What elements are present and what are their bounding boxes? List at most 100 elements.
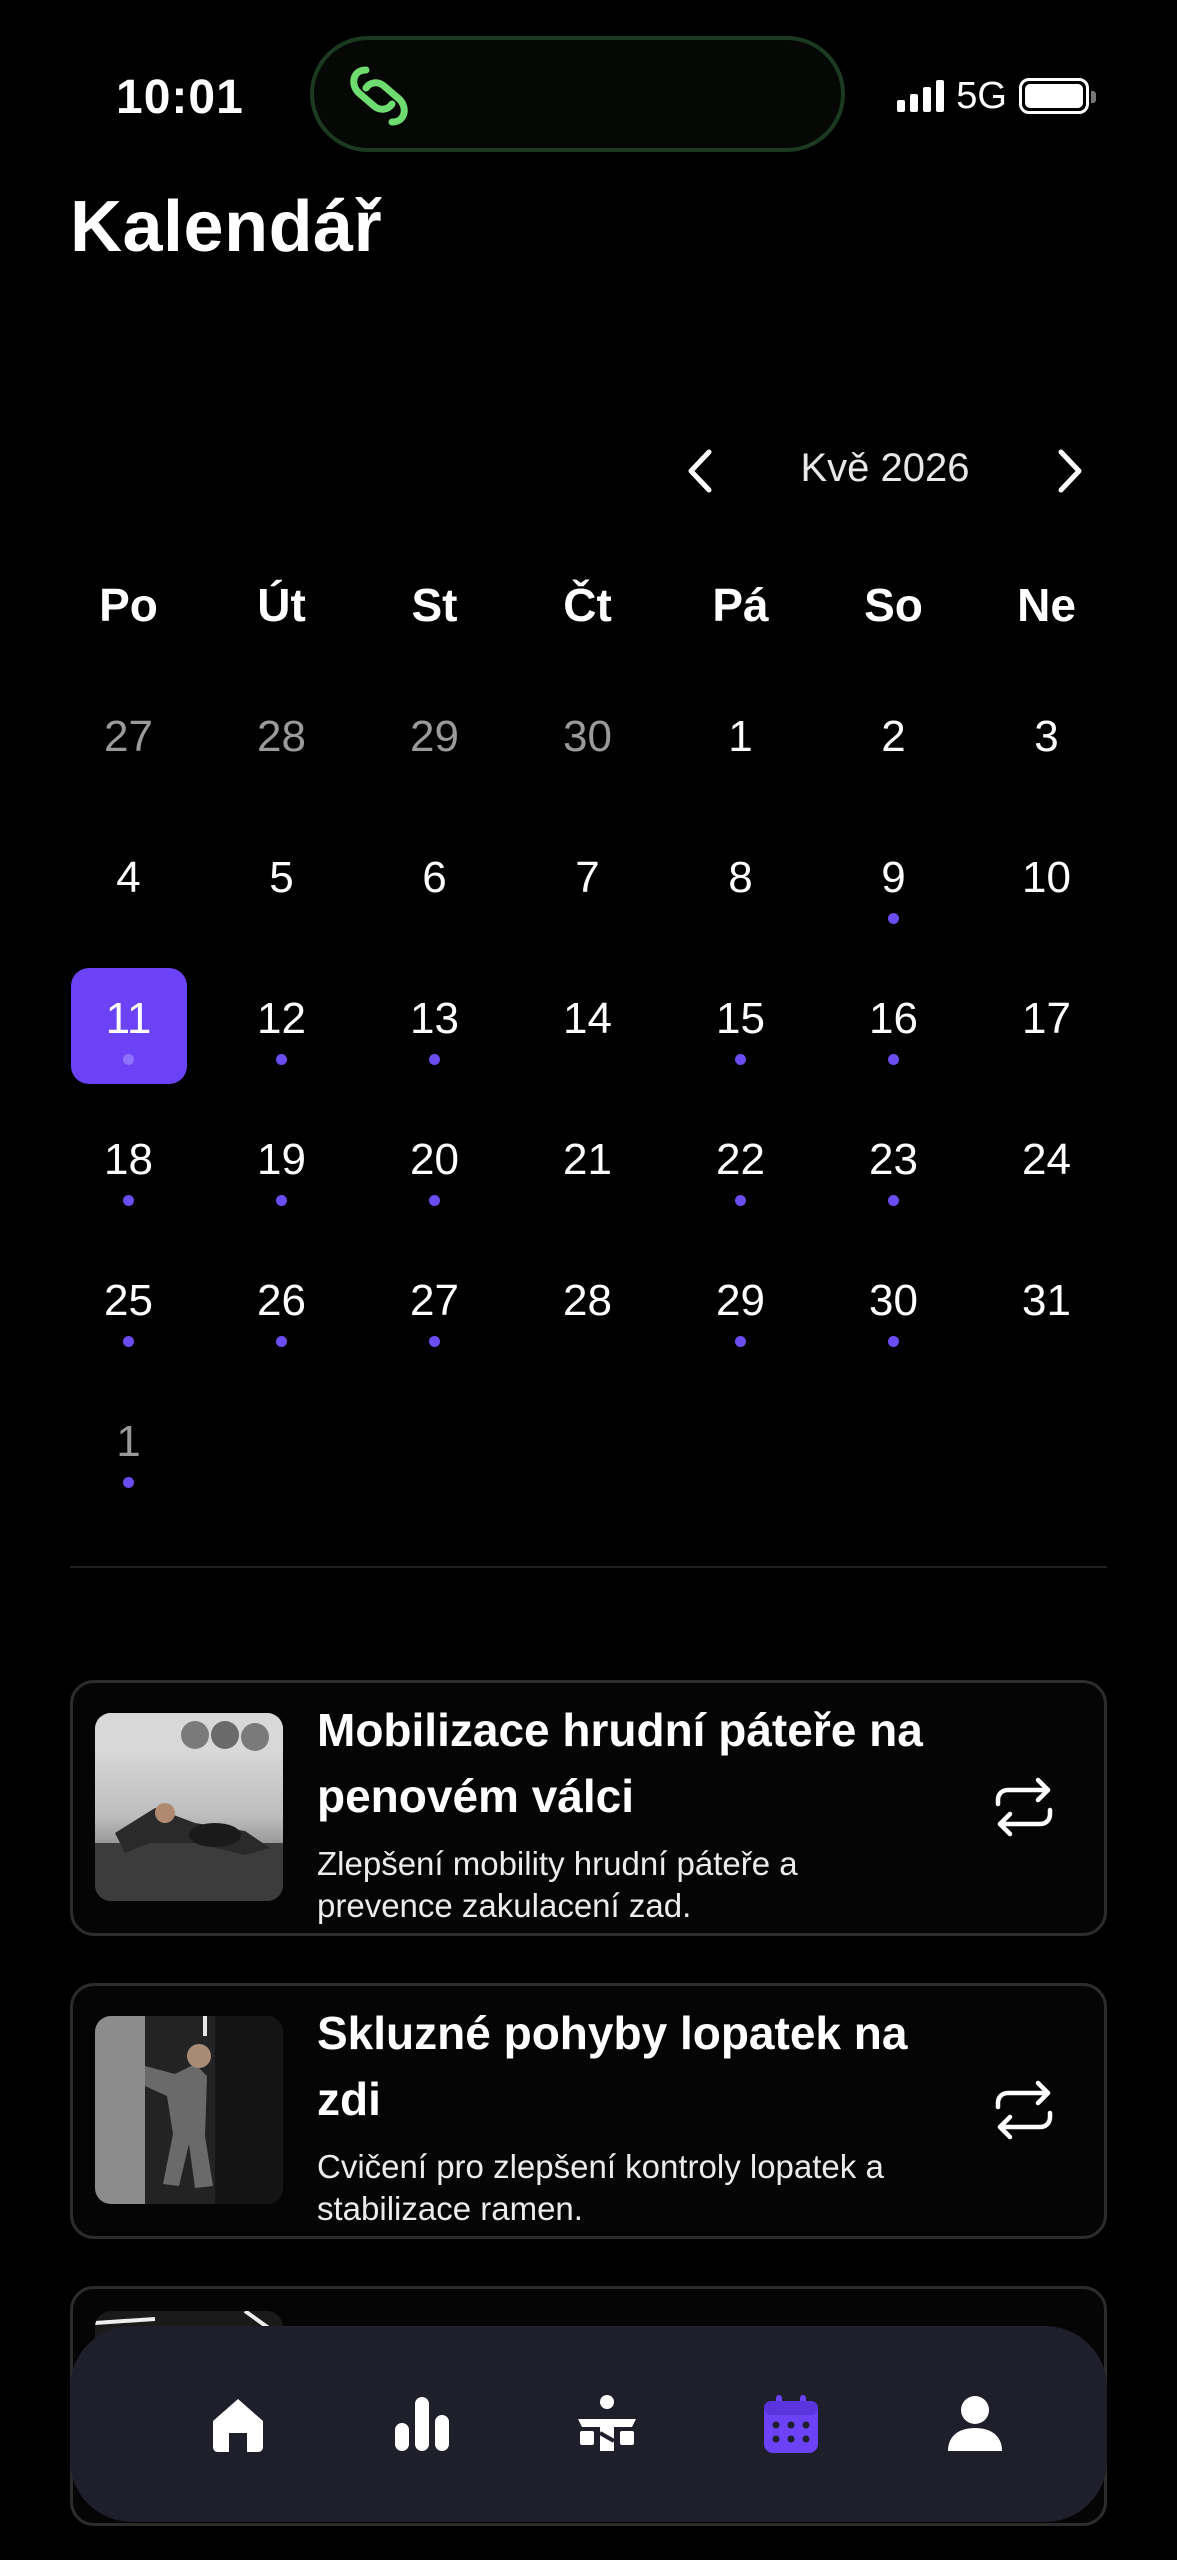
day-cell[interactable]: 12 — [205, 968, 358, 1109]
day-button[interactable]: 31 — [989, 1250, 1105, 1366]
swap-exercise-button[interactable] — [984, 1767, 1064, 1847]
day-button[interactable]: 6 — [377, 827, 493, 943]
day-cell[interactable]: 28 — [205, 686, 358, 827]
day-button[interactable]: 12 — [224, 968, 340, 1084]
day-cell[interactable]: 29 — [664, 1250, 817, 1391]
day-cell[interactable]: 20 — [358, 1109, 511, 1250]
next-month-button[interactable] — [1040, 440, 1100, 502]
day-cell[interactable]: 3 — [970, 686, 1123, 827]
nav-calendar[interactable] — [741, 2374, 841, 2474]
day-number: 26 — [257, 1276, 306, 1325]
day-number: 8 — [728, 853, 753, 902]
day-button[interactable]: 20 — [377, 1109, 493, 1225]
day-button[interactable]: 8 — [683, 827, 799, 943]
day-cell[interactable]: 13 — [358, 968, 511, 1109]
day-cell[interactable]: 30 — [511, 686, 664, 827]
day-cell[interactable]: 27 — [52, 686, 205, 827]
day-button[interactable]: 29 — [683, 1250, 799, 1366]
day-button[interactable]: 14 — [530, 968, 646, 1084]
day-cell[interactable]: 9 — [817, 827, 970, 968]
day-cell[interactable]: 5 — [205, 827, 358, 968]
day-button[interactable]: 5 — [224, 827, 340, 943]
day-button[interactable]: 3 — [989, 686, 1105, 802]
day-number: 29 — [716, 1276, 765, 1325]
previous-month-button[interactable] — [670, 440, 730, 502]
nav-workout[interactable] — [557, 2374, 657, 2474]
day-button[interactable]: 28 — [224, 686, 340, 802]
day-button[interactable]: 10 — [989, 827, 1105, 943]
day-number: 12 — [257, 994, 306, 1043]
day-button[interactable]: 16 — [836, 968, 952, 1084]
day-cell[interactable]: 6 — [358, 827, 511, 968]
empty-indicator — [582, 1336, 593, 1347]
day-button[interactable]: 4 — [71, 827, 187, 943]
nav-home[interactable] — [188, 2374, 288, 2474]
day-cell[interactable]: 15 — [664, 968, 817, 1109]
day-button[interactable]: 1 — [71, 1391, 187, 1507]
day-cell[interactable]: 24 — [970, 1109, 1123, 1250]
day-button[interactable]: 30 — [530, 686, 646, 802]
day-button[interactable]: 23 — [836, 1109, 952, 1225]
day-cell[interactable]: 30 — [817, 1250, 970, 1391]
day-button[interactable]: 22 — [683, 1109, 799, 1225]
day-cell[interactable]: 22 — [664, 1109, 817, 1250]
day-cell[interactable]: 27 — [358, 1250, 511, 1391]
day-number: 15 — [716, 994, 765, 1043]
day-button[interactable]: 26 — [224, 1250, 340, 1366]
day-cell[interactable]: 21 — [511, 1109, 664, 1250]
day-button[interactable]: 15 — [683, 968, 799, 1084]
day-button[interactable]: 27 — [71, 686, 187, 802]
day-cell[interactable]: 19 — [205, 1109, 358, 1250]
day-cell[interactable]: 26 — [205, 1250, 358, 1391]
nav-statistics[interactable] — [372, 2374, 472, 2474]
day-cell[interactable]: 8 — [664, 827, 817, 968]
exercise-card[interactable]: Mobilizace hrudní páteře na penovém válc… — [70, 1680, 1107, 1936]
day-cell[interactable]: 29 — [358, 686, 511, 827]
day-button[interactable]: 11 — [70, 968, 187, 1084]
dynamic-island[interactable] — [310, 36, 845, 152]
day-cell[interactable]: 2 — [817, 686, 970, 827]
selected-day-cell[interactable]: 11 — [52, 968, 205, 1109]
day-cell[interactable]: 23 — [817, 1109, 970, 1250]
day-button[interactable]: 21 — [530, 1109, 646, 1225]
day-button[interactable]: 13 — [377, 968, 493, 1084]
day-button[interactable]: 17 — [989, 968, 1105, 1084]
workout-indicator-dot — [735, 1195, 746, 1206]
day-cell[interactable]: 31 — [970, 1250, 1123, 1391]
day-button[interactable]: 24 — [989, 1109, 1105, 1225]
day-cell[interactable]: 17 — [970, 968, 1123, 1109]
day-cell[interactable]: 28 — [511, 1250, 664, 1391]
nav-profile[interactable] — [925, 2374, 1025, 2474]
day-cell[interactable]: 7 — [511, 827, 664, 968]
foam-roller-photo-icon — [95, 1713, 283, 1901]
day-button[interactable]: 28 — [530, 1250, 646, 1366]
day-button[interactable]: 19 — [224, 1109, 340, 1225]
day-cell[interactable]: 10 — [970, 827, 1123, 968]
exercise-card[interactable]: Skluzné pohyby lopatek na zdi Cvičení pr… — [70, 1983, 1107, 2239]
day-button[interactable]: 27 — [377, 1250, 493, 1366]
day-button[interactable]: 7 — [530, 827, 646, 943]
empty-indicator — [582, 1195, 593, 1206]
empty-indicator — [582, 772, 593, 783]
weekday-label: Po — [99, 579, 158, 631]
exercise-title: Mobilizace hrudní páteře na penovém válc… — [317, 1704, 923, 1822]
day-button[interactable]: 1 — [683, 686, 799, 802]
day-button[interactable]: 18 — [71, 1109, 187, 1225]
day-cell[interactable]: 14 — [511, 968, 664, 1109]
day-cell[interactable]: 25 — [52, 1250, 205, 1391]
day-button[interactable]: 2 — [836, 686, 952, 802]
day-button[interactable]: 25 — [71, 1250, 187, 1366]
day-cell[interactable]: 1 — [664, 686, 817, 827]
day-cell[interactable]: 4 — [52, 827, 205, 968]
day-button[interactable]: 9 — [836, 827, 952, 943]
page-title: Kalendář — [70, 187, 383, 267]
day-number: 30 — [563, 712, 612, 761]
swap-exercise-button[interactable] — [984, 2070, 1064, 2150]
day-cell[interactable]: 16 — [817, 968, 970, 1109]
empty-indicator — [735, 772, 746, 783]
day-button[interactable]: 29 — [377, 686, 493, 802]
weekday-header: Po Út St Čt Pá So Ne — [52, 572, 1129, 638]
day-cell[interactable]: 1 — [52, 1391, 205, 1532]
day-button[interactable]: 30 — [836, 1250, 952, 1366]
day-cell[interactable]: 18 — [52, 1109, 205, 1250]
